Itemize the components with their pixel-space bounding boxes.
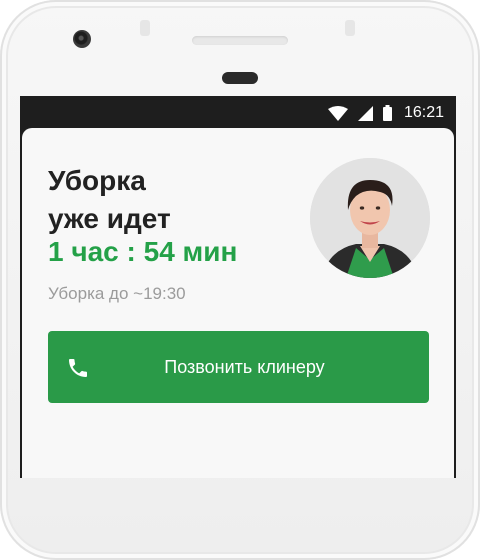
phone-frame: 16:21 Уборка уже идет 1 час : 54 мин Убо… [0, 0, 480, 560]
signal-icon [357, 105, 373, 121]
page-title: Уборка уже идет [48, 162, 171, 238]
status-time: 16:21 [403, 104, 444, 121]
cleaning-until-text: Уборка до ~19:30 [48, 284, 186, 303]
front-camera [73, 30, 91, 48]
remaining-time: 1 час : 54 мин [48, 236, 238, 267]
power-button [345, 20, 355, 36]
wifi-icon [327, 105, 348, 121]
title-line-1: Уборка [48, 165, 146, 196]
status-bar: 16:21 [22, 98, 454, 128]
volume-button [140, 20, 150, 36]
phone-icon [66, 356, 90, 380]
battery-icon [382, 105, 392, 121]
cleaning-status-card: Уборка уже идет 1 час : 54 мин Уборка до… [22, 128, 454, 478]
proximity-sensor [222, 72, 258, 84]
title-line-2: уже идет [48, 203, 171, 234]
call-cleaner-button[interactable]: Позвонить клинеру [48, 331, 429, 403]
cleaner-avatar [310, 158, 430, 278]
phone-screen: 16:21 Уборка уже идет 1 час : 54 мин Убо… [20, 96, 456, 478]
earpiece-speaker [192, 36, 288, 45]
call-button-label: Позвонить клинеру [164, 356, 325, 377]
